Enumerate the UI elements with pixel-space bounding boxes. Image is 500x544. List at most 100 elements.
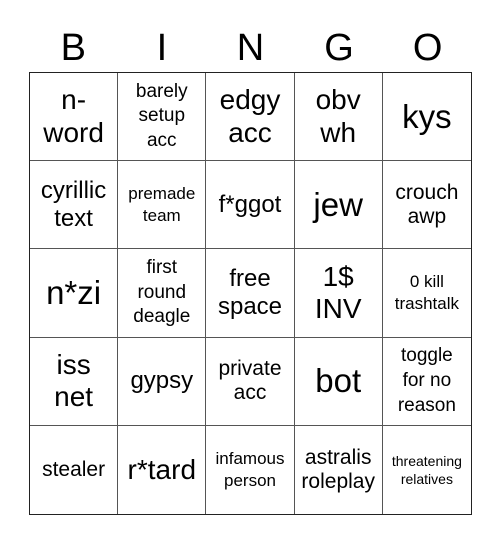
bingo-cell-line: astralis — [304, 445, 372, 469]
bingo-cell[interactable]: premade team — [118, 161, 207, 250]
bingo-header: B I N G O — [29, 24, 472, 72]
bingo-cell[interactable]: toggle for no reason — [382, 338, 471, 426]
bingo-cell-line: free — [229, 265, 271, 293]
bingo-cell-line: cyrillic — [40, 177, 107, 205]
bingo-cell-text: 0 kill trashtalk — [395, 271, 459, 315]
bingo-cell-line: n- — [61, 84, 87, 116]
bingo-cell-line: toggle — [400, 345, 453, 367]
bingo-cell[interactable]: 1$ INV — [294, 249, 383, 338]
bingo-cell-line: jew — [313, 185, 363, 223]
bingo-cell-line: 0 kill — [409, 271, 444, 291]
bingo-cell-line: kys — [402, 97, 452, 135]
bingo-cell-line: gypsy — [130, 367, 194, 395]
bingo-cell[interactable]: jew — [294, 161, 383, 250]
bingo-cell-text: r*tard — [128, 454, 196, 486]
bingo-cell-text: stealer — [42, 458, 105, 482]
bingo-cell[interactable]: iss net — [30, 337, 119, 426]
bingo-cell[interactable]: free space — [206, 249, 295, 338]
bingo-cell-text: private acc — [218, 357, 281, 405]
bingo-cell-line: relatives — [400, 470, 453, 487]
bingo-cell-line: acc — [228, 116, 272, 148]
bingo-cell-text: f*ggot — [219, 191, 282, 219]
bingo-cell-line: premade — [128, 183, 196, 203]
bingo-cell-line: stealer — [42, 457, 106, 481]
bingo-cell-text: gypsy — [130, 367, 193, 395]
bingo-cell-line: team — [142, 205, 181, 225]
bingo-cell-line: private — [218, 357, 282, 381]
bingo-cell[interactable]: f*ggot — [206, 161, 295, 250]
header-letter-i: I — [156, 27, 168, 69]
bingo-cell-text: toggle for no reason — [398, 344, 456, 418]
bingo-cell-text: obv wh — [316, 84, 361, 148]
bingo-cell-text: cyrillic text — [41, 177, 106, 232]
bingo-cell-line: awp — [407, 204, 447, 228]
bingo-cell-line: crouch — [395, 180, 459, 204]
bingo-cell[interactable]: edgy acc — [206, 73, 295, 162]
bingo-cell-line: round — [137, 281, 187, 303]
bingo-cell-line: 1$ — [322, 260, 354, 292]
bingo-cell-text: premade team — [128, 183, 195, 227]
bingo-cell-text: first round deagle — [133, 256, 190, 330]
bingo-cell-line: threatening — [391, 452, 462, 469]
bingo-card-grid: n-word barely setup acc edgy acc obv wh kys … — [29, 72, 472, 515]
bingo-cell[interactable]: first round deagle — [118, 249, 207, 338]
header-letter-g: G — [324, 27, 354, 69]
bingo-cell[interactable]: barely setup acc — [118, 73, 207, 162]
bingo-cell[interactable]: crouch awp — [382, 161, 471, 250]
bingo-cell[interactable]: obv wh — [294, 73, 383, 162]
header-letter-b: B — [60, 27, 86, 69]
bingo-cell[interactable]: gypsy — [118, 337, 207, 426]
bingo-cell-line: for no — [402, 369, 452, 391]
bingo-cell[interactable]: infamous person — [206, 425, 295, 514]
bingo-cell-line: net — [54, 381, 94, 413]
bingo-cell[interactable]: threatening relatives — [383, 426, 471, 514]
bingo-cell-line: r*tard — [127, 453, 197, 485]
bingo-cell-line: person — [224, 470, 276, 490]
header-letter-n: N — [236, 27, 265, 69]
bingo-cell-text: barely setup acc — [136, 80, 188, 154]
bingo-cell-line: word — [43, 116, 104, 148]
bingo-cell-line: iss — [56, 349, 91, 380]
bingo-cell-line: acc — [146, 129, 177, 151]
bingo-cell-text: jew — [313, 185, 363, 225]
bingo-cell-line: trashtalk — [394, 293, 460, 313]
bingo-cell[interactable]: 0 kill trashtalk — [382, 249, 471, 338]
bingo-cell[interactable]: cyrillic text — [30, 161, 119, 250]
bingo-cell-line: edgy — [219, 84, 281, 116]
bingo-cell-line: space — [217, 292, 283, 320]
bingo-cell[interactable]: kys — [382, 73, 471, 162]
bingo-cell-line: obv — [315, 84, 361, 116]
bingo-cell[interactable]: private acc — [206, 337, 295, 426]
bingo-cell-line: acc — [233, 381, 267, 405]
bingo-cell-text: threatening relatives — [392, 452, 462, 488]
bingo-cell-text: n-word — [43, 84, 104, 148]
bingo-cell[interactable]: astralis roleplay — [295, 425, 383, 514]
bingo-cell-text: astralis roleplay — [301, 446, 375, 494]
bingo-cell-text: bot — [315, 361, 361, 401]
bingo-cell-line: bot — [315, 362, 362, 400]
bingo-cell[interactable]: n*zi — [30, 249, 119, 338]
bingo-cell[interactable]: bot — [294, 337, 383, 426]
bingo-cell-text: free space — [218, 265, 282, 320]
bingo-cell-line: n*zi — [46, 274, 102, 312]
header-letter-o: O — [412, 27, 443, 69]
bingo-cell-text: iss net — [54, 349, 93, 413]
bingo-cell-text: kys — [402, 97, 452, 137]
bingo-cell-line: text — [54, 204, 93, 232]
bingo-cell-line: deagle — [133, 306, 191, 328]
bingo-cell-text: crouch awp — [395, 181, 458, 229]
bingo-cell[interactable]: n-word — [30, 73, 119, 162]
bingo-cell-line: reason — [397, 394, 456, 416]
bingo-cell-line: setup — [138, 105, 186, 127]
bingo-cell[interactable]: r*tard — [118, 425, 207, 514]
bingo-cell-line: first — [146, 256, 178, 278]
bingo-cell-text: edgy acc — [220, 84, 281, 148]
bingo-cell-line: f*ggot — [218, 190, 282, 218]
bingo-cell[interactable]: stealer — [30, 425, 119, 514]
bingo-cell-text: 1$ INV — [315, 261, 362, 325]
bingo-cell-text: n*zi — [46, 273, 101, 313]
bingo-cell-line: wh — [320, 116, 357, 148]
bingo-cell-line: barely — [135, 80, 188, 102]
bingo-cell-text: infamous person — [216, 448, 285, 492]
bingo-cell-line: INV — [314, 292, 362, 324]
